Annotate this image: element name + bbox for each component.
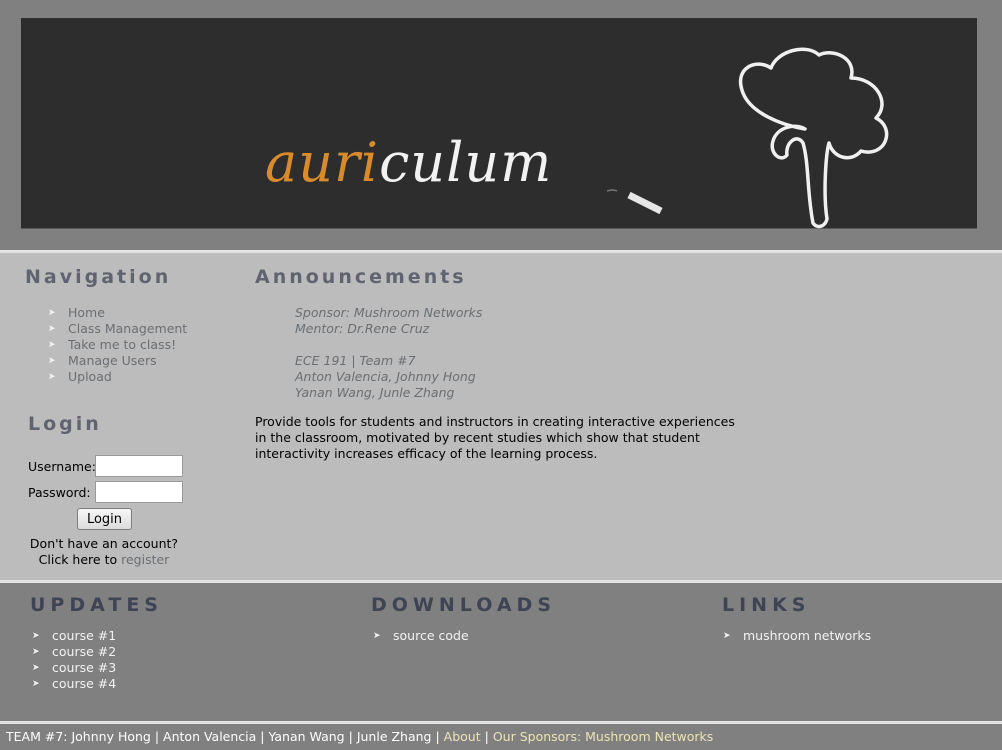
main-content: Navigation ➤ Home ➤ Class Management ➤ Take…: [0, 250, 1002, 583]
mentor-line: Mentor: Dr.Rene Cruz: [295, 321, 430, 336]
footer-columns: UPDATES ➤ course #1 ➤ course #2 ➤ course #3…: [0, 583, 1002, 721]
arrow-bullet-icon: ➤: [32, 679, 40, 689]
announcements-heading: Announcements: [255, 266, 467, 288]
register-line: Click here to register: [0, 552, 208, 568]
click-here-text: Click here to: [38, 552, 118, 567]
banner: auriculum: [21, 18, 977, 229]
announcement-details: Sponsor: Mushroom Networks Mentor: Dr.Re…: [295, 305, 482, 401]
members-line-1: Anton Valencia, Johnny Hong: [295, 369, 476, 384]
site-logo[interactable]: auriculum: [265, 136, 552, 190]
nav-link-home[interactable]: Home: [68, 305, 105, 320]
update-item[interactable]: ➤ course #2: [32, 644, 116, 660]
update-link[interactable]: course #3: [52, 660, 116, 675]
nav-link-upload[interactable]: Upload: [68, 369, 112, 384]
nav-link-take-me-to-class[interactable]: Take me to class!: [68, 337, 176, 352]
sponsor-line: Sponsor: Mushroom Networks: [295, 305, 483, 320]
arrow-bullet-icon: ➤: [48, 308, 56, 318]
password-row: Password:: [28, 481, 198, 507]
team-label: TEAM #7:: [6, 729, 68, 744]
project-description: Provide tools for students and instructo…: [255, 414, 735, 461]
header: auriculum: [0, 0, 1002, 250]
downloads-heading: DOWNLOADS: [371, 594, 557, 616]
arrow-bullet-icon: ➤: [48, 372, 56, 382]
downloads-list: ➤ source code: [373, 628, 469, 644]
member-name: Junle Zhang: [356, 729, 432, 744]
links-list: ➤ mushroom networks: [723, 628, 871, 644]
no-account-text: Don't have an account?: [29, 536, 179, 551]
nav-item-manage-users[interactable]: ➤ Manage Users: [48, 353, 187, 369]
update-link[interactable]: course #4: [52, 676, 116, 691]
separator: |: [348, 729, 353, 744]
nav-link-class-management[interactable]: Class Management: [68, 321, 187, 336]
arrow-bullet-icon: ➤: [48, 324, 56, 334]
register-prompt: Don't have an account? Click here to reg…: [0, 536, 208, 568]
separator: |: [260, 729, 265, 744]
member-name: Johnny Hong: [71, 729, 151, 744]
updates-heading: UPDATES: [30, 594, 163, 616]
nav-item-take-me-to-class[interactable]: ➤ Take me to class!: [48, 337, 187, 353]
update-item[interactable]: ➤ course #4: [32, 676, 116, 692]
nav-item-class-management[interactable]: ➤ Class Management: [48, 321, 187, 337]
arrow-bullet-icon: ➤: [32, 631, 40, 641]
member-name: Anton Valencia: [163, 729, 257, 744]
password-label: Password:: [28, 485, 91, 500]
link-mushroom-networks[interactable]: mushroom networks: [743, 628, 871, 643]
logo-rest-text: culum: [379, 131, 553, 194]
password-input[interactable]: [95, 481, 183, 503]
register-link[interactable]: register: [121, 552, 169, 567]
credit-bar: TEAM #7: Johnny Hong | Anton Valencia | …: [0, 721, 1002, 750]
nav-link-manage-users[interactable]: Manage Users: [68, 353, 157, 368]
separator: |: [154, 729, 160, 744]
about-link[interactable]: About: [444, 729, 481, 744]
sponsors-link[interactable]: Our Sponsors: Mushroom Networks: [493, 729, 713, 744]
update-item[interactable]: ➤ course #3: [32, 660, 116, 676]
course-team-line: ECE 191 | Team #7: [295, 353, 416, 368]
login-heading: Login: [28, 413, 102, 435]
download-link-source-code[interactable]: source code: [393, 628, 469, 643]
updates-list: ➤ course #1 ➤ course #2 ➤ course #3 ➤ course…: [32, 628, 116, 692]
update-item[interactable]: ➤ course #1: [32, 628, 116, 644]
members-line-2: Yanan Wang, Junle Zhang: [295, 385, 455, 400]
logo-accent-text: auri: [265, 131, 380, 194]
update-link[interactable]: course #1: [52, 628, 116, 643]
update-link[interactable]: course #2: [52, 644, 116, 659]
arrow-bullet-icon: ➤: [32, 663, 40, 673]
login-form: Username: Password: Login: [28, 455, 198, 530]
arrow-bullet-icon: ➤: [48, 340, 56, 350]
arrow-bullet-icon: ➤: [32, 647, 40, 657]
member-name: Yanan Wang: [268, 729, 345, 744]
nav-item-upload[interactable]: ➤ Upload: [48, 369, 187, 385]
username-label: Username:: [28, 459, 96, 474]
username-input[interactable]: [95, 455, 183, 477]
arrow-bullet-icon: ➤: [723, 631, 731, 641]
navigation-heading: Navigation: [25, 266, 172, 288]
arrow-bullet-icon: ➤: [48, 356, 56, 366]
nav-item-home[interactable]: ➤ Home: [48, 305, 187, 321]
login-button[interactable]: Login: [77, 508, 132, 530]
navigation-list: ➤ Home ➤ Class Management ➤ Take me to clas…: [48, 305, 187, 385]
username-row: Username:: [28, 455, 198, 481]
chalk-icon: [606, 189, 663, 215]
separator: |: [435, 729, 440, 744]
separator: |: [484, 729, 489, 744]
link-item[interactable]: ➤ mushroom networks: [723, 628, 871, 644]
links-heading: LINKS: [722, 594, 811, 616]
tree-icon: [739, 47, 889, 229]
arrow-bullet-icon: ➤: [373, 631, 381, 641]
download-item[interactable]: ➤ source code: [373, 628, 469, 644]
